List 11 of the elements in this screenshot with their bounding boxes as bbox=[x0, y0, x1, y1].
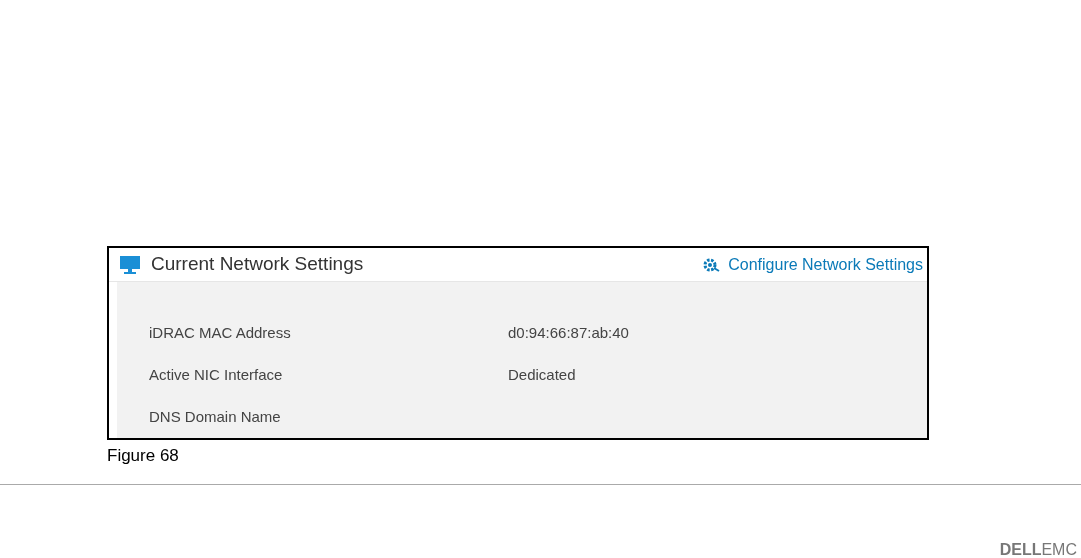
field-value: Dedicated bbox=[508, 364, 576, 385]
field-label: DNS Domain Name bbox=[148, 406, 282, 427]
configure-link[interactable]: Configure Network Settings bbox=[702, 252, 923, 277]
figure-caption: Figure 68 bbox=[107, 445, 180, 467]
monitor-icon bbox=[119, 254, 141, 275]
field-value: d0:94:66:87:ab:40 bbox=[508, 322, 629, 343]
panel-title: Current Network Settings bbox=[151, 252, 364, 277]
logo: DELLEMC bbox=[999, 540, 1077, 558]
field-label: iDRAC MAC Address bbox=[148, 322, 292, 343]
gear-icon bbox=[702, 256, 721, 273]
field-label: Active NIC Interface bbox=[148, 364, 284, 385]
